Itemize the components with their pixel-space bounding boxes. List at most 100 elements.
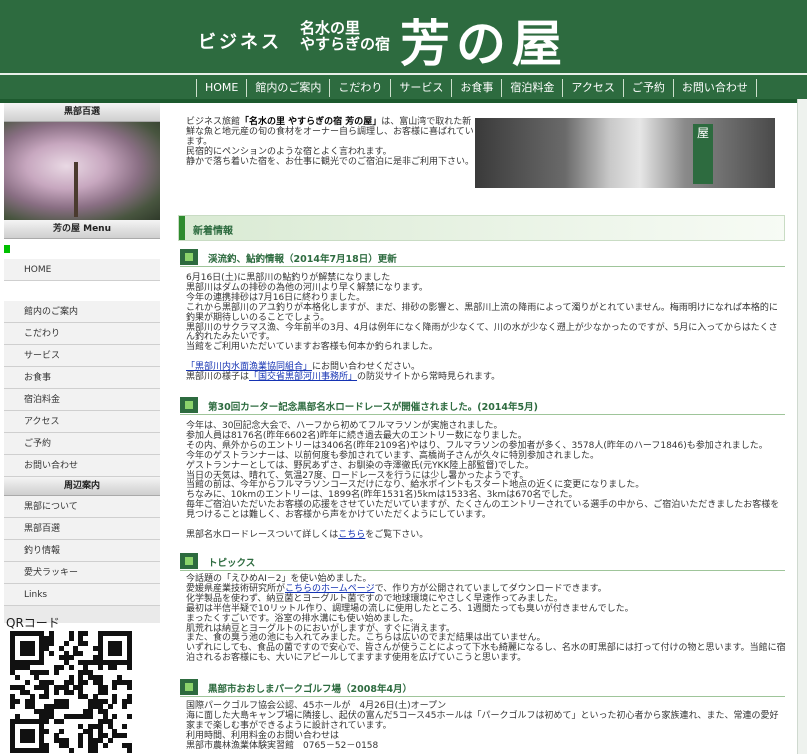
global-nav: HOME 館内のご案内 こだわり サービス お食事 宿泊料金 アクセス ご予約 … bbox=[196, 79, 757, 97]
qr-module bbox=[29, 650, 35, 656]
section-fishing-body: 6月16日(土)に黒部川の鮎釣りが解禁になりました 黒部川はダムの排砂の為他の河… bbox=[186, 273, 786, 383]
sidebar-item-contact[interactable]: お問い合わせ bbox=[4, 455, 160, 477]
topics-line1: 今話題の「えひめAI－2」を使い始めました。 bbox=[186, 574, 372, 584]
section-roadrace-title: 第30回カーター記念黒部名水ロードレースが開催されました。(2014年5月) bbox=[208, 402, 538, 413]
qr-module bbox=[102, 743, 108, 749]
qr-module bbox=[10, 704, 15, 710]
sidebar-item-access[interactable]: アクセス bbox=[4, 411, 160, 433]
section-topics-title: トピックス bbox=[208, 558, 256, 569]
sidebar-heading-area: 周辺案内 bbox=[4, 477, 160, 496]
bullet-icon bbox=[180, 553, 198, 569]
topics-text: 化学製品を使わず、納豆菌とヨーグルト菌ですので地球環境にやさしく早速作ってみまし… bbox=[186, 593, 786, 664]
qr-module bbox=[122, 723, 128, 729]
sidebar-item-home[interactable]: HOME bbox=[4, 259, 160, 281]
nav-meals[interactable]: お食事 bbox=[451, 79, 501, 97]
cherry-blossom-photo[interactable] bbox=[4, 122, 160, 220]
sidebar-item-meals[interactable]: お食事 bbox=[4, 367, 160, 389]
qr-label: QRコード bbox=[6, 616, 60, 630]
section-roadrace-body: 今年は、30回記念大会で、ハーフから初めてフルマラソンが実施されました。 参加人… bbox=[186, 421, 786, 541]
qr-module bbox=[107, 704, 113, 710]
topics-after: で、作り方が公開されていましてダウンロードできます。 bbox=[374, 583, 607, 594]
sidebar-spacer bbox=[4, 281, 160, 301]
fishing-text: 6月16日(土)に黒部川の鮎釣りが解禁になりました 黒部川はダムの排砂の為他の河… bbox=[186, 273, 778, 353]
qr-module bbox=[127, 699, 133, 705]
site-logo[interactable]: 芳の屋 bbox=[400, 4, 568, 76]
qr-module bbox=[68, 748, 74, 754]
logo-business: ビジネス bbox=[198, 32, 282, 53]
qr-module bbox=[58, 718, 64, 724]
qr-module bbox=[117, 650, 123, 656]
sidebar-heading-kurobe100: 黒部百選 bbox=[4, 103, 160, 122]
fishing-coop-link[interactable]: 「黒部川内水面漁業協同組合」 bbox=[186, 362, 312, 372]
qr-module bbox=[44, 670, 50, 676]
active-marker bbox=[4, 245, 10, 253]
qr-module bbox=[63, 640, 69, 646]
qr-module bbox=[68, 689, 74, 695]
river-office-link[interactable]: 「国交省黒部河川事務所」 bbox=[249, 372, 357, 382]
nav-contact[interactable]: お問い合わせ bbox=[672, 79, 757, 97]
qr-module bbox=[97, 665, 103, 671]
tree-trunk bbox=[74, 162, 78, 217]
sidebar-item-rates[interactable]: 宿泊料金 bbox=[4, 389, 160, 411]
inn-sign: 屋 bbox=[693, 124, 713, 184]
sidebar: 黒部百選 芳の屋 Menu HOME 館内のご案内 こだわり サービス お食事 … bbox=[4, 103, 160, 623]
logo-subtitle-line1: 名水の里 bbox=[300, 19, 361, 37]
intro-text: ビジネス旅館「名水の里 やすらぎの宿 芳の屋」は、富山湾で取れた新鮮な魚と地元産… bbox=[186, 117, 474, 167]
site-header: ビジネス 名水の里 やすらぎの宿 芳の屋 HOME 館内のご案内 こだわり サー… bbox=[0, 0, 807, 99]
nav-home[interactable]: HOME bbox=[196, 79, 246, 97]
section-fishing-title: 渓流釣、鮎釣情報（2014年7月18日）更新 bbox=[208, 254, 397, 265]
sidebar-item-facilities[interactable]: 館内のご案内 bbox=[4, 301, 160, 323]
qr-module bbox=[39, 660, 45, 666]
qr-code bbox=[10, 631, 133, 754]
sidebar-heading-menu: 芳の屋 Menu bbox=[4, 220, 160, 239]
sidebar-item-fishing[interactable]: 釣り情報 bbox=[4, 540, 160, 562]
sidebar-item-service[interactable]: サービス bbox=[4, 345, 160, 367]
nav-access[interactable]: アクセス bbox=[562, 79, 622, 97]
qr-module bbox=[14, 674, 20, 680]
fishing-coop-after: にお問い合わせください。 bbox=[312, 362, 421, 373]
nav-reservation[interactable]: ご予約 bbox=[622, 79, 673, 97]
qr-module bbox=[112, 699, 118, 705]
section-parkgolf-title: 黒部市おおしまパークゴルフ場（2008年4月） bbox=[208, 684, 413, 695]
roadrace-after: をご覧下さい。 bbox=[365, 529, 429, 540]
qr-module bbox=[127, 665, 133, 671]
intro-inn-name: 「名水の里 やすらぎの宿 芳の屋」 bbox=[240, 117, 382, 127]
qr-module bbox=[44, 718, 50, 724]
qr-module bbox=[58, 728, 64, 734]
roadrace-pre: 黒部名水ロードレースついて詳しくは bbox=[186, 529, 339, 540]
qr-module bbox=[53, 670, 59, 676]
section-parkgolf-body: 国際パークゴルフ協会公認、45ホールが 4月26日(土)オープン 海に面した大島… bbox=[186, 701, 779, 751]
sidebar-item-about-kurobe[interactable]: 黒部について bbox=[4, 496, 160, 518]
ehime-homepage-link[interactable]: こちらのホームページ bbox=[285, 584, 375, 594]
qr-module bbox=[29, 738, 35, 744]
qr-module bbox=[63, 704, 69, 710]
qr-module bbox=[112, 713, 118, 719]
qr-module bbox=[44, 694, 50, 700]
nav-commitment[interactable]: こだわり bbox=[329, 79, 390, 97]
topics-pre: 愛媛県産業技術研究所が bbox=[186, 583, 286, 594]
sidebar-item-kurobe100[interactable]: 黒部百選 bbox=[4, 518, 160, 540]
nav-service[interactable]: サービス bbox=[390, 79, 451, 97]
qr-module bbox=[107, 738, 113, 744]
nav-rates[interactable]: 宿泊料金 bbox=[501, 79, 562, 97]
sidebar-item-lucky[interactable]: 愛犬ラッキー bbox=[4, 562, 160, 584]
bullet-icon bbox=[180, 397, 198, 413]
bullet-icon bbox=[180, 249, 198, 265]
right-edge bbox=[797, 99, 807, 754]
sidebar-item-commitment[interactable]: こだわり bbox=[4, 323, 160, 345]
sidebar-item-reservation[interactable]: ご予約 bbox=[4, 433, 160, 455]
qr-module bbox=[112, 684, 118, 690]
nav-facilities[interactable]: 館内のご案内 bbox=[246, 79, 329, 97]
qr-module bbox=[112, 665, 118, 671]
news-heading: 新着情報 bbox=[193, 226, 233, 237]
river-pre: 黒部川の様子は bbox=[186, 372, 250, 383]
section-topics-body: 今話題の「えひめAI－2」を使い始めました。 愛媛県産業技術研究所がこちらのホー… bbox=[186, 574, 786, 664]
qr-module bbox=[68, 635, 74, 641]
qr-module bbox=[24, 679, 30, 685]
qr-module bbox=[83, 679, 89, 685]
roadrace-link[interactable]: こちら bbox=[338, 530, 365, 540]
section-roadrace-heading: 第30回カーター記念黒部名水ロードレースが開催されました。(2014年5月) bbox=[180, 395, 785, 415]
section-fishing-heading: 渓流釣、鮎釣情報（2014年7月18日）更新 bbox=[180, 247, 785, 267]
sidebar-item-links[interactable]: Links bbox=[4, 584, 160, 606]
logo-subtitle: 名水の里 やすらぎの宿 bbox=[300, 20, 390, 52]
